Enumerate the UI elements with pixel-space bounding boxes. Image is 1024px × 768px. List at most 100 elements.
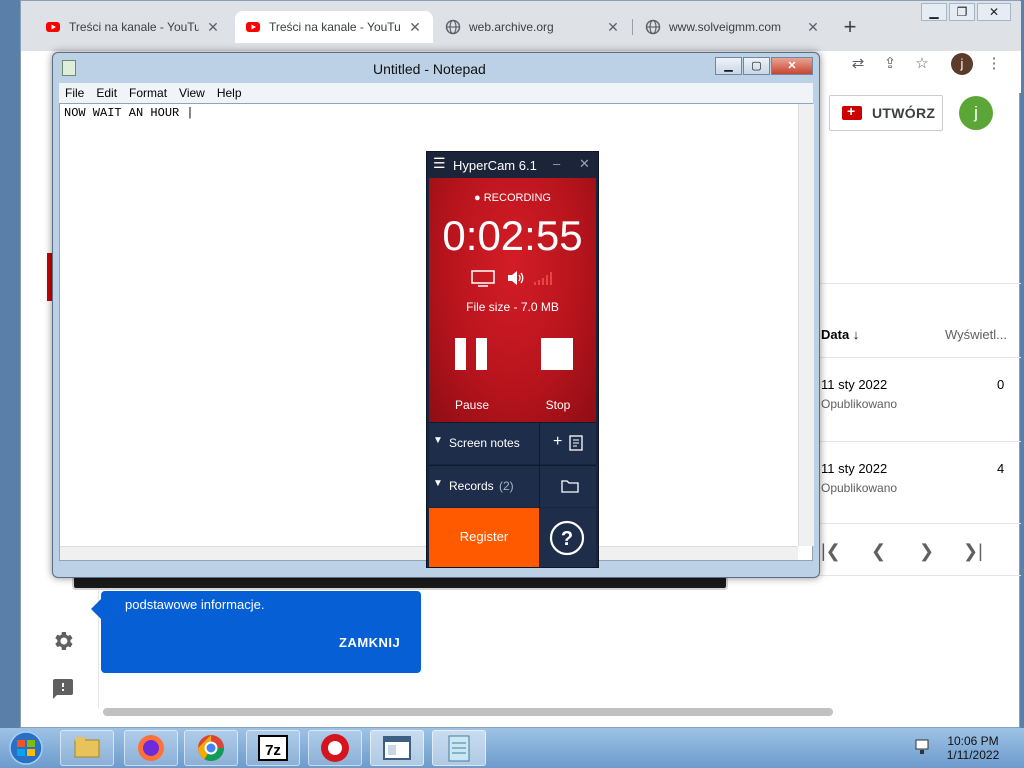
app-title: HyperCam 6.1 xyxy=(453,158,537,173)
horizontal-scrollbar[interactable] xyxy=(103,708,833,716)
taskbar-explorer[interactable] xyxy=(60,730,114,766)
column-header-date[interactable]: Data ↓ xyxy=(821,327,859,342)
close-button[interactable]: ✕ xyxy=(579,156,590,172)
row-views: 0 xyxy=(997,377,1005,392)
note-icon[interactable] xyxy=(569,435,583,451)
editor-content: NOW WAIT AN HOUR | xyxy=(64,106,194,120)
prev-page-icon[interactable]: ❮ xyxy=(871,541,886,562)
minimize-button[interactable]: – xyxy=(553,156,560,171)
7zip-icon: 7z xyxy=(258,735,288,761)
records-row[interactable]: ▼ Records (2) xyxy=(429,465,596,508)
help-button[interactable]: ? xyxy=(539,508,596,567)
stop-label[interactable]: Stop xyxy=(525,398,591,412)
file-size: File size - 7.0 MB xyxy=(466,300,559,314)
pause-label[interactable]: Pause xyxy=(439,398,505,412)
divider xyxy=(819,441,1021,442)
system-clock[interactable]: 10:06 PM 1/11/2022 xyxy=(930,734,1016,762)
taskbar-hypercam[interactable] xyxy=(308,730,362,766)
tooltip-arrow xyxy=(91,599,101,619)
pause-icon xyxy=(455,338,487,370)
explorer-icon xyxy=(74,737,100,758)
feedback-icon[interactable] xyxy=(51,677,75,701)
hamburger-menu-icon[interactable]: ☰ xyxy=(433,155,446,172)
menu-format[interactable]: Format xyxy=(123,86,173,100)
menu-help[interactable]: Help xyxy=(211,86,248,100)
chevron-down-icon: ▼ xyxy=(433,435,443,446)
hypercam-window: ☰ HyperCam 6.1 – ✕ ● RECORDING 0:02:55 F… xyxy=(426,151,599,568)
taskbar-notepad[interactable] xyxy=(432,730,486,766)
tab-solveigmm[interactable]: www.solveigmm.com ✕ xyxy=(635,11,831,43)
tab-label: www.solveigmm.com xyxy=(669,20,782,34)
divider xyxy=(819,357,1021,358)
speaker-icon[interactable] xyxy=(507,270,525,286)
menu-dots-icon[interactable]: ⋮ xyxy=(983,53,1005,75)
register-button[interactable]: Register xyxy=(429,508,539,567)
tab-youtube-2[interactable]: Treści na kanale - YouTube ✕ xyxy=(235,11,433,43)
clock-time: 10:06 PM xyxy=(947,734,999,748)
taskbar-chrome[interactable] xyxy=(184,730,238,766)
last-page-icon[interactable]: ❯| xyxy=(963,541,983,562)
bookmark-star-icon[interactable]: ☆ xyxy=(911,53,933,75)
create-label: UTWÓRZ xyxy=(872,105,936,121)
pause-button[interactable] xyxy=(455,338,487,370)
screen-notes-label: Screen notes xyxy=(449,436,520,450)
stop-button[interactable] xyxy=(541,338,573,370)
window-title: Untitled - Notepad xyxy=(373,61,486,77)
profile-avatar[interactable]: j xyxy=(951,53,973,75)
divider xyxy=(819,283,1021,284)
folder-icon[interactable] xyxy=(561,479,579,493)
menu-file[interactable]: File xyxy=(59,86,90,100)
taskbar-7zip[interactable]: 7z xyxy=(246,730,300,766)
screen-icon[interactable] xyxy=(471,270,495,288)
minimize-button[interactable]: ▁ xyxy=(921,3,947,21)
svg-text:7z: 7z xyxy=(265,742,281,759)
next-page-icon[interactable]: ❯ xyxy=(919,541,934,562)
restore-button[interactable]: ❐ xyxy=(949,3,975,21)
close-icon[interactable]: ✕ xyxy=(205,19,221,36)
firefox-icon xyxy=(138,735,164,761)
chevron-down-icon: ▼ xyxy=(433,478,443,489)
audio-level-icon xyxy=(534,272,552,285)
menu-view[interactable]: View xyxy=(173,86,211,100)
taskbar-window[interactable] xyxy=(370,730,424,766)
tooltip-close-button[interactable]: ZAMKNIJ xyxy=(339,635,400,650)
menu-bar: File Edit Format View Help xyxy=(59,83,813,103)
gear-icon[interactable] xyxy=(51,629,75,653)
new-tab-button[interactable]: + xyxy=(837,15,863,41)
share-icon[interactable]: ⇪ xyxy=(879,53,901,75)
records-label: Records xyxy=(449,479,494,493)
menu-edit[interactable]: Edit xyxy=(90,86,123,100)
translate-icon[interactable]: ⇄ xyxy=(847,53,869,75)
close-icon[interactable]: ✕ xyxy=(805,19,821,36)
close-icon[interactable]: ✕ xyxy=(407,19,423,36)
column-header-views[interactable]: Wyświetl... xyxy=(945,327,1007,342)
screen-notes-row[interactable]: ▼ Screen notes + xyxy=(429,422,596,465)
row-date: 11 sty 2022 xyxy=(821,461,888,476)
channel-avatar[interactable]: j xyxy=(959,96,993,130)
tooltip-text: podstawowe informacje. xyxy=(125,597,265,612)
add-note-icon[interactable]: + xyxy=(553,433,562,451)
minimize-button[interactable]: ▁ xyxy=(715,57,742,75)
tab-label: web.archive.org xyxy=(469,20,554,34)
close-button[interactable]: ✕ xyxy=(771,57,813,75)
chrome-icon xyxy=(197,735,225,762)
start-button[interactable] xyxy=(2,730,50,766)
divider xyxy=(819,523,1021,524)
hypercam-icon xyxy=(321,734,349,762)
maximize-button[interactable]: ▢ xyxy=(743,57,770,75)
network-icon[interactable] xyxy=(914,738,930,756)
vertical-scrollbar[interactable] xyxy=(798,104,814,546)
taskbar-firefox[interactable] xyxy=(124,730,178,766)
tab-separator xyxy=(632,19,633,35)
row-date: 11 sty 2022 xyxy=(821,377,888,392)
close-icon[interactable]: ✕ xyxy=(605,19,621,36)
tab-label: Treści na kanale - YouTube xyxy=(69,20,199,34)
tab-youtube-1[interactable]: Treści na kanale - YouTube ✕ xyxy=(35,11,231,43)
globe-icon xyxy=(645,19,661,35)
create-button[interactable]: UTWÓRZ xyxy=(829,95,943,131)
first-page-icon[interactable]: |❮ xyxy=(821,541,841,562)
window-icon xyxy=(383,736,411,760)
tab-web-archive[interactable]: web.archive.org ✕ xyxy=(435,11,631,43)
close-button[interactable]: ✕ xyxy=(977,3,1011,21)
records-count: (2) xyxy=(499,479,514,493)
